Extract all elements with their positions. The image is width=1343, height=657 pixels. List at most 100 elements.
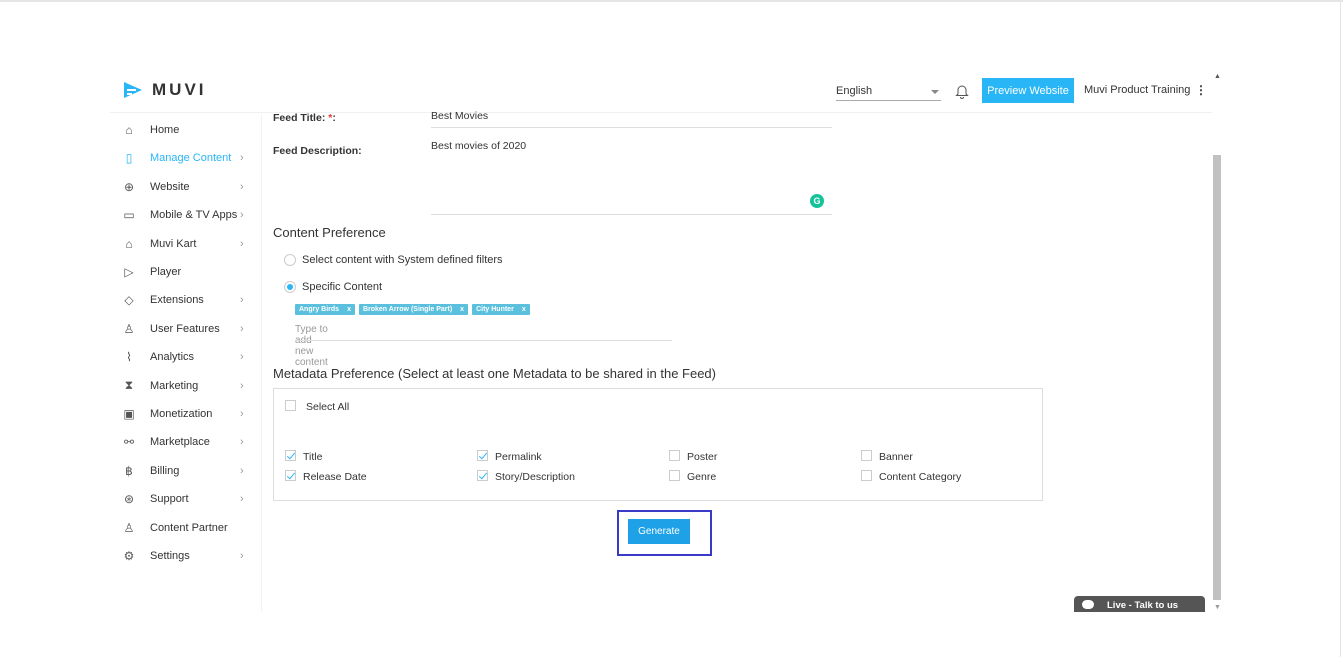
chevron-right-icon: › xyxy=(240,436,244,449)
tag-label: Angry Birds xyxy=(299,306,340,313)
metadata-label[interactable]: Title xyxy=(303,451,322,463)
user-name[interactable]: Muvi Product Training xyxy=(1084,84,1190,96)
sidebar-item-user-features[interactable]: ♙ User Features › xyxy=(110,317,262,341)
sidebar-item-label: User Features xyxy=(150,322,220,335)
metadata-label[interactable]: Poster xyxy=(687,451,717,463)
sidebar-item-billing[interactable]: ฿ Billing › xyxy=(110,459,262,483)
support-icon: ⊛ xyxy=(123,492,135,507)
chevron-right-icon: › xyxy=(240,351,244,364)
sidebar-item-extensions[interactable]: ◇ Extensions › xyxy=(110,288,262,312)
metadata-checkbox[interactable] xyxy=(285,470,296,481)
sidebar-item-home[interactable]: ⌂ Home xyxy=(110,118,262,142)
sidebar-item-label: Website xyxy=(150,180,190,193)
chevron-right-icon: › xyxy=(240,379,244,392)
chevron-right-icon: › xyxy=(240,152,244,165)
sidebar-item-analytics[interactable]: ⌇ Analytics › xyxy=(110,345,262,369)
metadata-preference-heading: Metadata Preference (Select at least one… xyxy=(273,366,716,381)
metadata-checkbox[interactable] xyxy=(669,450,680,461)
radio-specific-content-label[interactable]: Specific Content xyxy=(302,281,382,293)
sidebar-item-manage-content[interactable]: ▯ Manage Content › xyxy=(110,146,262,170)
metadata-checkbox[interactable] xyxy=(669,470,680,481)
hourglass-icon: ⧗ xyxy=(124,378,134,393)
sidebar-item-marketing[interactable]: ⧗ Marketing › xyxy=(110,374,262,398)
metadata-checkbox[interactable] xyxy=(861,470,872,481)
sidebar-item-content-partner[interactable]: ♙ Content Partner xyxy=(110,516,262,540)
content-preference-heading: Content Preference xyxy=(273,225,386,240)
scrollbar[interactable]: ▲ ▼ xyxy=(1212,70,1222,612)
select-all-label[interactable]: Select All xyxy=(306,401,349,413)
metadata-label[interactable]: Banner xyxy=(879,451,913,463)
logo[interactable]: MUVI xyxy=(122,79,207,101)
sidebar-item-mobile-tv-apps[interactable]: ▭ Mobile & TV Apps › xyxy=(110,203,262,227)
metadata-label[interactable]: Genre xyxy=(687,471,716,483)
feed-title-label: Feed Title: *: xyxy=(273,112,336,124)
grammarly-icon[interactable]: G xyxy=(810,194,824,208)
metadata-checkbox[interactable] xyxy=(285,450,296,461)
metadata-checkbox[interactable] xyxy=(861,450,872,461)
feed-description-label: Feed Description: xyxy=(273,145,362,157)
right-border xyxy=(1340,0,1341,657)
content-underline xyxy=(295,340,672,341)
remove-tag-icon[interactable]: x xyxy=(460,306,464,313)
sidebar-item-website[interactable]: ⊕ Website › xyxy=(110,175,262,199)
chevron-right-icon: › xyxy=(240,464,244,477)
metadata-label[interactable]: Release Date xyxy=(303,471,367,483)
chevron-right-icon: › xyxy=(240,180,244,193)
content-tag: Broken Arrow (Single Part) x xyxy=(358,304,469,315)
globe-icon: ⊕ xyxy=(123,179,135,194)
feed-description-input[interactable]: Best movies of 2020 xyxy=(431,140,526,152)
sidebar-item-label: Analytics xyxy=(150,351,195,364)
radio-system-filters-label[interactable]: Select content with System defined filte… xyxy=(302,254,503,266)
metadata-label[interactable]: Permalink xyxy=(495,451,542,463)
remove-tag-icon[interactable]: x xyxy=(522,306,526,313)
sidebar-item-marketplace[interactable]: ⚯ Marketplace › xyxy=(110,430,262,454)
metadata-label[interactable]: Content Category xyxy=(879,471,961,483)
caret-down-icon xyxy=(931,90,939,94)
sidebar-item-player[interactable]: ▷ Player xyxy=(110,260,262,284)
remove-tag-icon[interactable]: x xyxy=(347,306,351,313)
logo-text: MUVI xyxy=(152,80,207,99)
header: MUVI English Preview Website Muvi Produc… xyxy=(110,70,1212,113)
link-icon: ⚯ xyxy=(123,435,135,450)
content-tags: Angry Birds x Broken Arrow (Single Part) x C… xyxy=(295,304,530,315)
radio-specific-content[interactable] xyxy=(284,281,296,293)
feed-title-input[interactable]: Best Movies xyxy=(431,110,488,122)
scroll-down-icon[interactable]: ▼ xyxy=(1214,604,1221,611)
select-all-checkbox[interactable] xyxy=(285,400,296,411)
chevron-right-icon: › xyxy=(240,294,244,307)
scroll-up-icon[interactable]: ▲ xyxy=(1214,73,1221,80)
sidebar-item-support[interactable]: ⊛ Support › xyxy=(110,487,262,511)
chat-bubble-icon xyxy=(1082,600,1094,609)
sidebar-item-label: Marketing xyxy=(150,379,199,392)
bell-icon[interactable] xyxy=(955,83,969,99)
metadata-checkbox[interactable] xyxy=(477,470,488,481)
metadata-box: Select All Title Permalink Poster Banner Rel… xyxy=(273,388,1043,501)
tag-label: City Hunter xyxy=(476,306,514,313)
chart-icon: ⌇ xyxy=(126,350,132,365)
chevron-right-icon: › xyxy=(240,408,244,420)
sidebar-item-settings[interactable]: ⚙ Settings › xyxy=(110,544,262,568)
feed-title-underline xyxy=(431,127,832,128)
sidebar-item-monetization[interactable]: ▣ Monetization › xyxy=(110,402,262,426)
tag-icon: ◇ xyxy=(124,293,134,308)
sidebar-item-label: Home xyxy=(150,124,180,136)
radio-system-filters[interactable] xyxy=(284,254,296,266)
metadata-checkbox[interactable] xyxy=(477,450,488,461)
language-select[interactable]: English xyxy=(836,82,941,101)
generate-button[interactable]: Generate xyxy=(628,519,690,544)
metadata-label[interactable]: Story/Description xyxy=(495,471,575,483)
generate-highlight: Generate xyxy=(617,510,712,556)
scrollbar-thumb[interactable] xyxy=(1213,155,1221,600)
sidebar-item-label: Billing xyxy=(150,464,180,477)
chevron-right-icon: › xyxy=(240,209,244,222)
content-search-input[interactable]: Type to add new content xyxy=(295,324,328,368)
live-chat-widget[interactable]: Live - Talk to us xyxy=(1074,596,1205,612)
play-icon: ▷ xyxy=(124,265,134,279)
sidebar-item-muvi-kart[interactable]: ⌂ Muvi Kart › xyxy=(110,232,262,256)
sidebar-item-label: Monetization xyxy=(150,408,213,420)
preview-website-button[interactable]: Preview Website xyxy=(982,78,1074,103)
more-vert-icon[interactable]: ⋮ xyxy=(1195,83,1207,97)
user-icon: ♙ xyxy=(123,321,135,336)
sidebar-item-label: Extensions xyxy=(150,294,204,307)
sidebar-item-label: Settings xyxy=(150,550,190,562)
